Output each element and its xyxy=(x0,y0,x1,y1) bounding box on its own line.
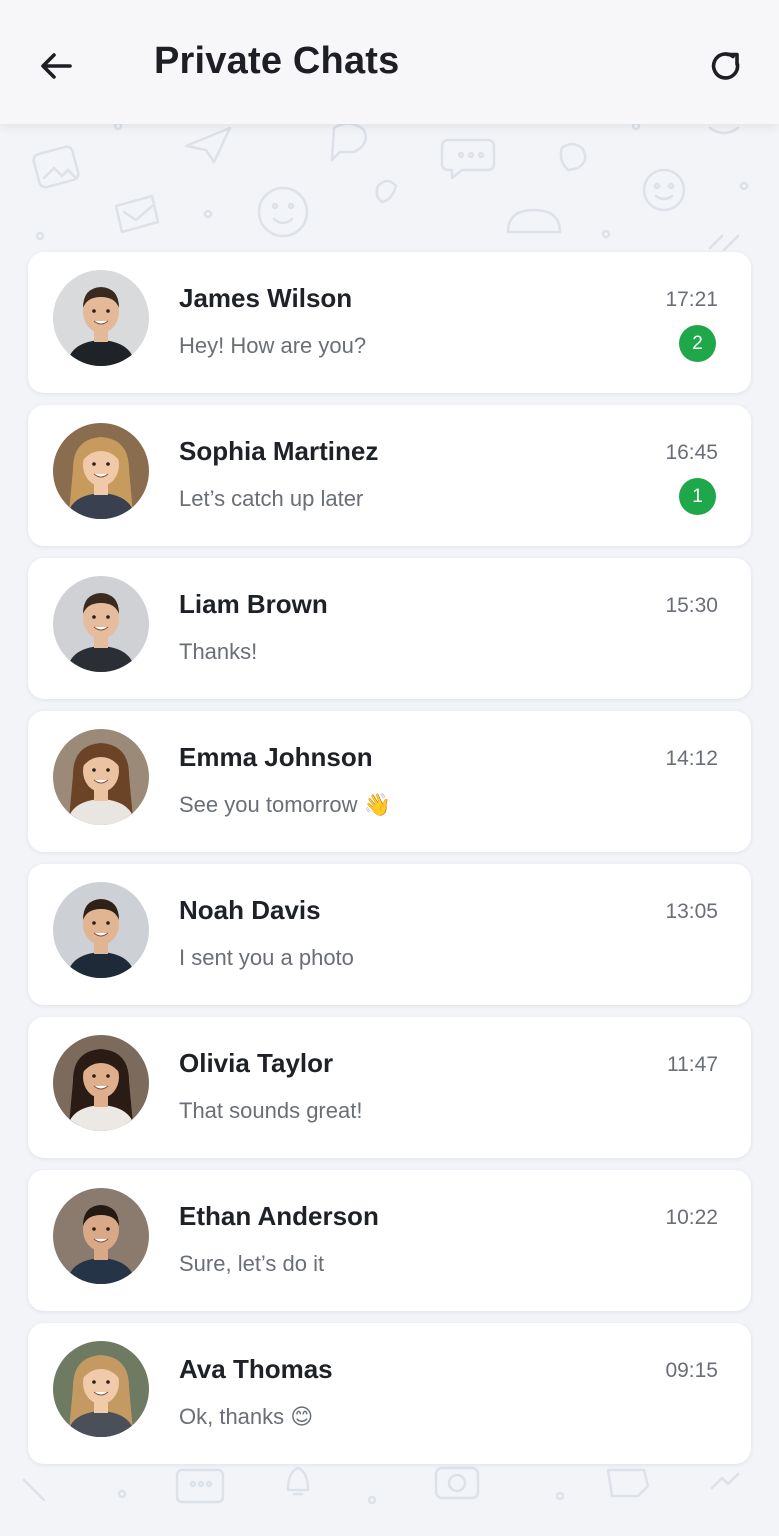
message-text: That sounds great! xyxy=(179,1098,363,1123)
chat-list: James Wilson Hey! How are you? 17:21 2 S… xyxy=(28,252,751,1476)
contact-name: Olivia Taylor xyxy=(179,1048,334,1078)
avatar-photo xyxy=(53,1341,149,1437)
page-title: Private Chats xyxy=(154,40,400,82)
contact-name: Sophia Martinez xyxy=(179,436,379,466)
message-text: Thanks! xyxy=(179,639,258,664)
arrow-left-icon xyxy=(41,53,72,79)
avatar[interactable] xyxy=(53,729,149,825)
avatar[interactable] xyxy=(53,1188,149,1284)
message-preview: I sent you a photo xyxy=(179,945,354,971)
avatar-photo xyxy=(53,1188,149,1284)
avatar[interactable] xyxy=(53,423,149,519)
avatar[interactable] xyxy=(53,882,149,978)
message-time: 15:30 xyxy=(665,594,718,617)
chat-item[interactable]: Sophia Martinez Let’s catch up later 16:… xyxy=(28,405,751,546)
refresh-button[interactable] xyxy=(698,38,754,94)
app-header: Private Chats xyxy=(0,0,779,124)
message-preview: Sure, let’s do it xyxy=(179,1251,324,1277)
message-preview: Hey! How are you? xyxy=(179,333,366,359)
message-emoji: 😊 xyxy=(290,1405,314,1430)
message-time: 09:15 xyxy=(665,1359,718,1382)
message-text: I sent you a photo xyxy=(179,945,354,970)
avatar[interactable] xyxy=(53,1341,149,1437)
message-time: 13:05 xyxy=(665,900,718,923)
message-time: 11:47 xyxy=(667,1053,718,1076)
message-preview: Let’s catch up later xyxy=(179,486,363,512)
contact-name: Emma Johnson xyxy=(179,742,373,772)
message-emoji: 👋 xyxy=(363,793,392,818)
message-text: Let’s catch up later xyxy=(179,486,364,511)
unread-badge: 2 xyxy=(679,325,716,362)
message-time: 14:12 xyxy=(665,747,718,770)
message-text: See you tomorrow xyxy=(179,792,358,817)
chat-item[interactable]: Olivia Taylor That sounds great! 11:47 xyxy=(28,1017,751,1158)
message-time: 16:45 xyxy=(665,441,718,464)
message-preview: See you tomorrow 👋 xyxy=(179,792,391,818)
contact-name: James Wilson xyxy=(179,283,353,313)
avatar-photo xyxy=(53,1035,149,1131)
chat-item[interactable]: Emma Johnson See you tomorrow 👋 14:12 xyxy=(28,711,751,852)
avatar-photo xyxy=(53,423,149,519)
contact-name: Ava Thomas xyxy=(179,1354,333,1384)
message-time: 10:22 xyxy=(665,1206,718,1229)
chat-item[interactable]: Ava Thomas Ok, thanks 😊 09:15 xyxy=(28,1323,751,1464)
avatar[interactable] xyxy=(53,1035,149,1131)
chat-item[interactable]: Ethan Anderson Sure, let’s do it 10:22 xyxy=(28,1170,751,1311)
message-preview: Thanks! xyxy=(179,639,257,665)
refresh-icon xyxy=(711,52,740,80)
avatar[interactable] xyxy=(53,270,149,366)
message-text: Hey! How are you? xyxy=(179,333,367,358)
chat-item[interactable]: Liam Brown Thanks! 15:30 xyxy=(28,558,751,699)
avatar-photo xyxy=(53,576,149,672)
message-text: Sure, let’s do it xyxy=(179,1251,325,1276)
chat-item[interactable]: James Wilson Hey! How are you? 17:21 2 xyxy=(28,252,751,393)
avatar[interactable] xyxy=(53,576,149,672)
contact-name: Noah Davis xyxy=(179,895,321,925)
avatar-photo xyxy=(53,270,149,366)
message-preview: Ok, thanks 😊 xyxy=(179,1404,313,1430)
chat-item[interactable]: Noah Davis I sent you a photo 13:05 xyxy=(28,864,751,1005)
contact-name: Ethan Anderson xyxy=(179,1201,379,1231)
message-text: Ok, thanks xyxy=(179,1404,285,1429)
unread-badge: 1 xyxy=(679,478,716,515)
contact-name: Liam Brown xyxy=(179,589,328,619)
avatar-photo xyxy=(53,729,149,825)
message-preview: That sounds great! xyxy=(179,1098,362,1124)
message-time: 17:21 xyxy=(665,288,718,311)
back-button[interactable] xyxy=(28,38,84,94)
avatar-photo xyxy=(53,882,149,978)
chat-list-screen: Private Chats James Wilson Hey! How are … xyxy=(0,0,779,1536)
